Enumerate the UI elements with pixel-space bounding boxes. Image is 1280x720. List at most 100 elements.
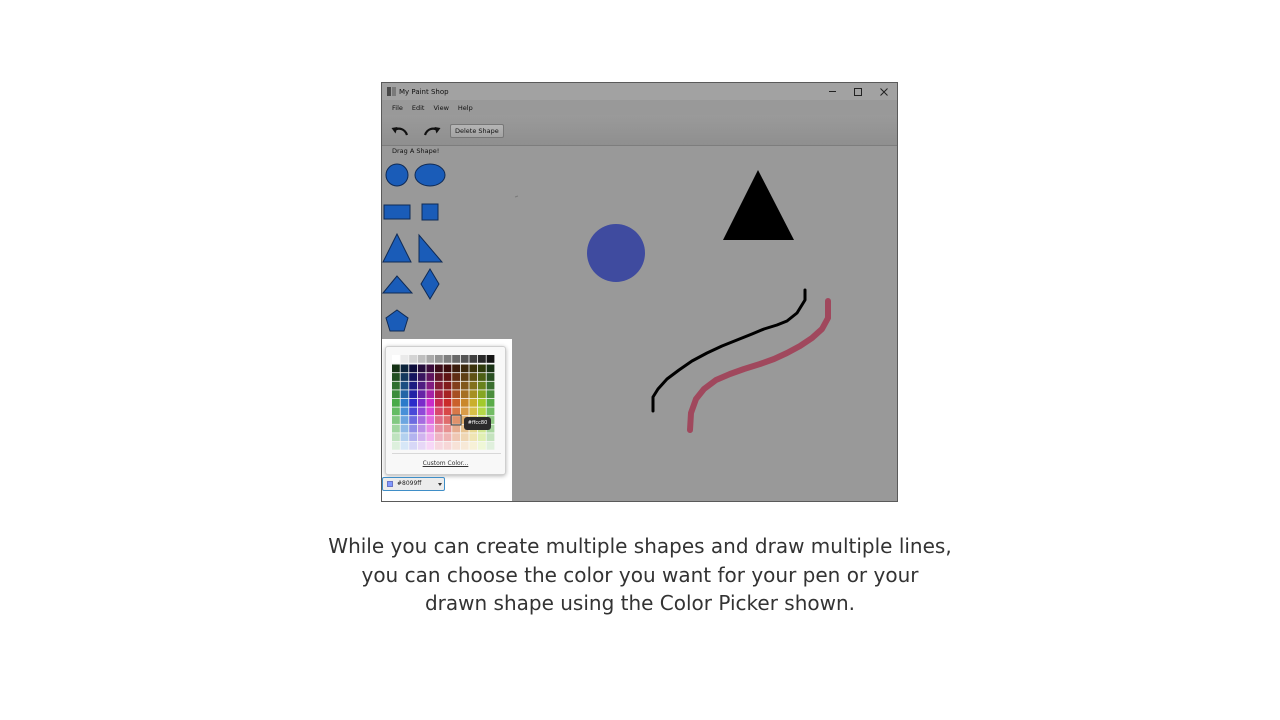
- black-line[interactable]: [651, 288, 807, 413]
- color-swatch: [452, 424, 460, 433]
- color-swatch: [409, 416, 417, 424]
- color-swatch: [426, 416, 435, 424]
- palette-square[interactable]: [421, 203, 439, 221]
- palette-right-triangle[interactable]: [418, 233, 444, 263]
- color-swatch: [400, 433, 409, 442]
- color-swatch: [392, 407, 400, 416]
- color-swatch: [417, 355, 426, 363]
- color-swatch: [452, 390, 460, 399]
- color-swatch: [417, 398, 426, 407]
- color-swatch: [460, 433, 469, 442]
- color-swatch: [400, 398, 409, 407]
- color-swatch: [417, 416, 426, 424]
- color-swatch: [443, 416, 452, 424]
- color-swatch: [478, 355, 486, 363]
- color-swatch: [452, 416, 460, 424]
- color-swatch: [443, 441, 452, 450]
- color-swatch: [435, 364, 443, 373]
- color-swatch: [443, 433, 452, 442]
- color-swatch: [478, 364, 486, 373]
- caption-line-3: drawn shape using the Color Picker shown…: [424, 591, 856, 615]
- palette-diamond[interactable]: [420, 268, 440, 300]
- color-swatch: [409, 441, 417, 450]
- color-swatch: [452, 364, 460, 373]
- color-swatch: [426, 390, 435, 399]
- color-swatch: [392, 381, 400, 390]
- color-swatch: [426, 398, 435, 407]
- color-swatch: [435, 407, 443, 416]
- color-swatch: [486, 390, 495, 399]
- color-swatch: [400, 381, 409, 390]
- color-swatch: [426, 364, 435, 373]
- color-swatch: [417, 381, 426, 390]
- color-tooltip: #ffcc80: [464, 417, 491, 430]
- color-swatch: [435, 390, 443, 399]
- color-swatch: [392, 416, 400, 424]
- color-swatch: [417, 390, 426, 399]
- color-swatch: [400, 364, 409, 373]
- color-swatch: [409, 398, 417, 407]
- color-swatch: [478, 433, 486, 442]
- color-swatch: [469, 364, 478, 373]
- app-window: My Paint Shop File Edit View Help Delete…: [381, 82, 898, 502]
- color-swatch: [460, 364, 469, 373]
- color-swatch: [469, 355, 478, 363]
- color-swatch: [400, 416, 409, 424]
- color-swatch: [486, 398, 495, 407]
- color-swatch: [426, 355, 435, 363]
- selected-color-value: #8099ff: [397, 480, 422, 487]
- color-swatch: [452, 398, 460, 407]
- color-swatch: [452, 441, 460, 450]
- selected-color-swatch: [387, 481, 393, 487]
- slide-caption: While you can create multiple shapes and…: [300, 532, 980, 618]
- stroke-dot: [514, 195, 519, 198]
- color-swatch: [392, 398, 400, 407]
- color-picker-popup: #ffcc80 Custom Color...: [385, 346, 506, 475]
- color-swatch: [452, 381, 460, 390]
- color-swatch: [469, 390, 478, 399]
- color-swatch: [435, 416, 443, 424]
- color-swatch: [426, 373, 435, 381]
- palette-ellipse[interactable]: [414, 163, 446, 187]
- color-swatch: [400, 407, 409, 416]
- color-swatch: [417, 407, 426, 416]
- color-swatch-grid[interactable]: [386, 347, 507, 453]
- palette-circle[interactable]: [385, 163, 409, 187]
- color-swatch: [409, 373, 417, 381]
- color-swatch: [460, 355, 469, 363]
- custom-color-link[interactable]: Custom Color...: [386, 460, 505, 467]
- palette-wide-triangle[interactable]: [382, 275, 414, 294]
- color-swatch: [452, 373, 460, 381]
- color-swatch: [435, 355, 443, 363]
- color-picker-combobox[interactable]: #8099ff: [382, 477, 445, 491]
- blue-circle[interactable]: [587, 224, 645, 282]
- color-swatch: [392, 441, 400, 450]
- color-swatch: [426, 433, 435, 442]
- color-swatch: [469, 433, 478, 442]
- color-swatch: [435, 424, 443, 433]
- palette-isosceles-triangle[interactable]: [382, 232, 412, 263]
- color-swatch: [435, 441, 443, 450]
- color-swatch: [486, 373, 495, 381]
- color-swatch: [460, 373, 469, 381]
- color-swatch: [400, 424, 409, 433]
- color-swatch: [435, 433, 443, 442]
- palette-rectangle[interactable]: [383, 204, 411, 220]
- color-swatch: [478, 407, 486, 416]
- color-swatch: [426, 407, 435, 416]
- color-swatch: [435, 373, 443, 381]
- color-swatch: [486, 433, 495, 442]
- mauve-line[interactable]: [687, 298, 831, 433]
- color-swatch: [478, 441, 486, 450]
- color-swatch: [469, 441, 478, 450]
- color-swatch: [409, 390, 417, 399]
- palette-pentagon[interactable]: [385, 309, 409, 332]
- color-swatch: [426, 424, 435, 433]
- color-swatch: [452, 355, 460, 363]
- caption-line-2: you can choose the color you want for yo…: [361, 562, 919, 587]
- color-swatch: [486, 355, 495, 363]
- black-triangle[interactable]: [723, 170, 794, 240]
- color-swatch: [486, 364, 495, 373]
- color-swatch: [409, 407, 417, 416]
- color-swatch: [409, 424, 417, 433]
